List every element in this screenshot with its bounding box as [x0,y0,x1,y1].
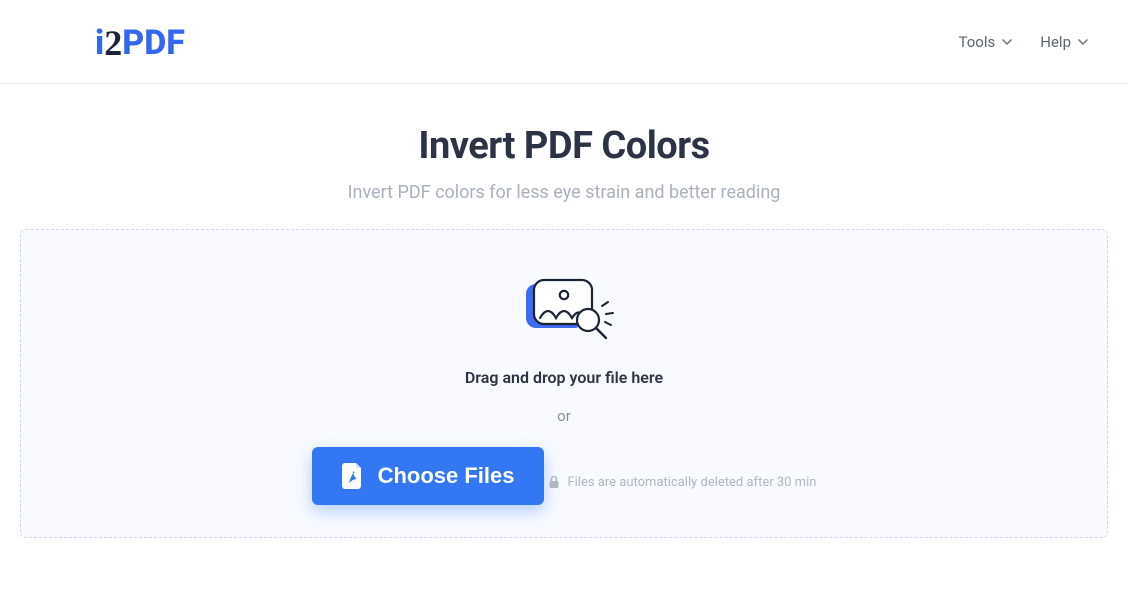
pdf-file-icon [342,463,364,489]
logo-i: i [95,23,104,63]
page-subtitle: Invert PDF colors for less eye strain an… [0,182,1128,203]
drop-area[interactable]: Drag and drop your file here or Choose F… [20,229,1108,538]
hero: Invert PDF Colors Invert PDF colors for … [0,84,1128,229]
nav-help[interactable]: Help [1040,33,1088,51]
image-search-icon [514,278,614,346]
page-title: Invert PDF Colors [0,124,1128,168]
or-divider: or [31,407,1097,425]
nav-tools[interactable]: Tools [959,33,1013,51]
chevron-down-icon [1002,37,1012,47]
nav: Tools Help [959,33,1088,51]
auto-delete-note: Files are automatically deleted after 30… [548,475,816,490]
nav-help-label: Help [1040,33,1071,51]
lock-icon [548,475,560,489]
logo-2: 2 [104,22,122,64]
auto-delete-text: Files are automatically deleted after 30… [567,475,816,490]
nav-tools-label: Tools [959,33,996,51]
drag-drop-text: Drag and drop your file here [31,368,1097,387]
choose-files-button[interactable]: Choose Files [312,447,545,505]
logo-pdf: PDF [122,23,185,63]
chevron-down-icon [1078,37,1088,47]
header: i2PDF Tools Help [0,0,1128,84]
logo[interactable]: i2PDF [95,21,185,63]
choose-files-label: Choose Files [378,463,515,489]
